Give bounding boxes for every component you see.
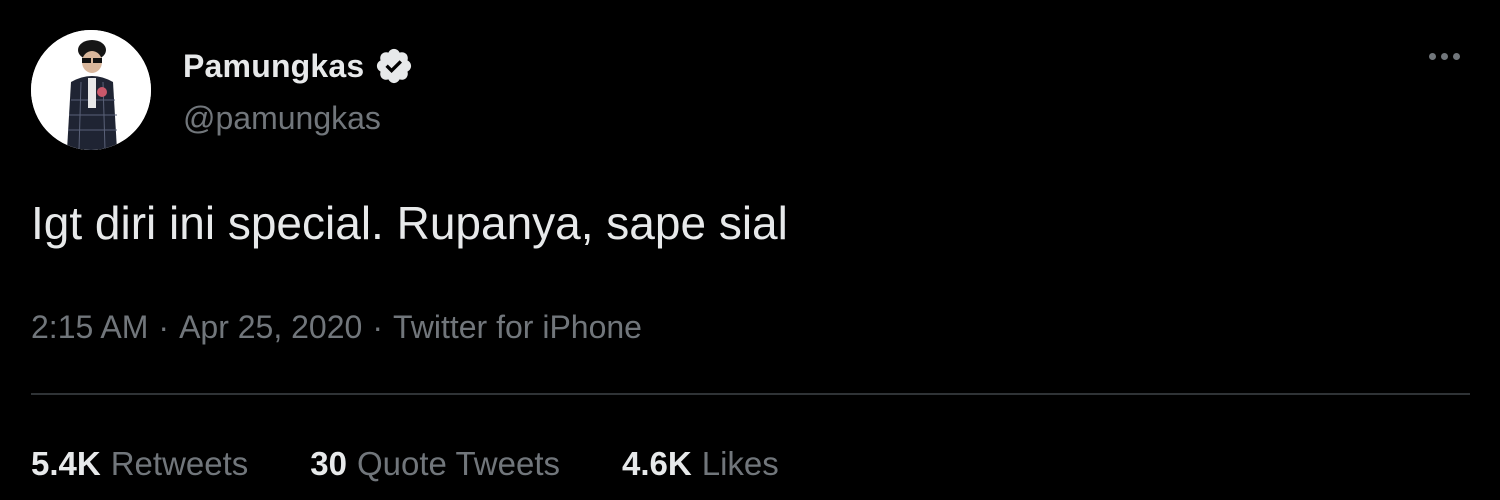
tweet-source[interactable]: Twitter for iPhone xyxy=(393,309,642,345)
verified-badge-icon xyxy=(374,46,414,86)
tweet-date[interactable]: Apr 25, 2020 xyxy=(179,309,362,345)
tweet-meta: 2:15 AM · Apr 25, 2020 · Twitter for iPhone xyxy=(31,309,642,346)
likes-label: Likes xyxy=(701,445,779,482)
quote-tweets-stat[interactable]: 30 Quote Tweets xyxy=(310,445,560,483)
author-display-name[interactable]: Pamungkas xyxy=(183,48,364,85)
author-name-row: Pamungkas xyxy=(183,44,414,88)
quote-tweets-count: 30 xyxy=(310,445,347,482)
quote-tweets-label: Quote Tweets xyxy=(357,445,561,482)
tweet: Pamungkas @pamungkas Igt diri ini specia… xyxy=(0,0,1500,500)
avatar[interactable] xyxy=(31,30,151,150)
more-options-button[interactable] xyxy=(1418,38,1470,74)
retweets-label: Retweets xyxy=(110,445,249,482)
retweets-count: 5.4K xyxy=(31,445,101,482)
author-handle[interactable]: @pamungkas xyxy=(183,100,381,137)
avatar-image xyxy=(31,30,151,150)
retweets-stat[interactable]: 5.4K Retweets xyxy=(31,445,248,483)
more-horizontal-icon xyxy=(1452,52,1460,60)
meta-separator: · xyxy=(158,309,170,345)
more-horizontal-icon xyxy=(1440,52,1448,60)
tweet-time[interactable]: 2:15 AM xyxy=(31,309,148,345)
tweet-stats: 5.4K Retweets 30 Quote Tweets 4.6K Likes xyxy=(31,445,779,483)
divider xyxy=(31,393,1470,395)
tweet-text: Igt diri ini special. Rupanya, sape sial xyxy=(31,197,788,249)
likes-count: 4.6K xyxy=(622,445,692,482)
meta-separator: · xyxy=(372,309,383,345)
likes-stat[interactable]: 4.6K Likes xyxy=(622,445,779,483)
more-horizontal-icon xyxy=(1428,52,1436,60)
